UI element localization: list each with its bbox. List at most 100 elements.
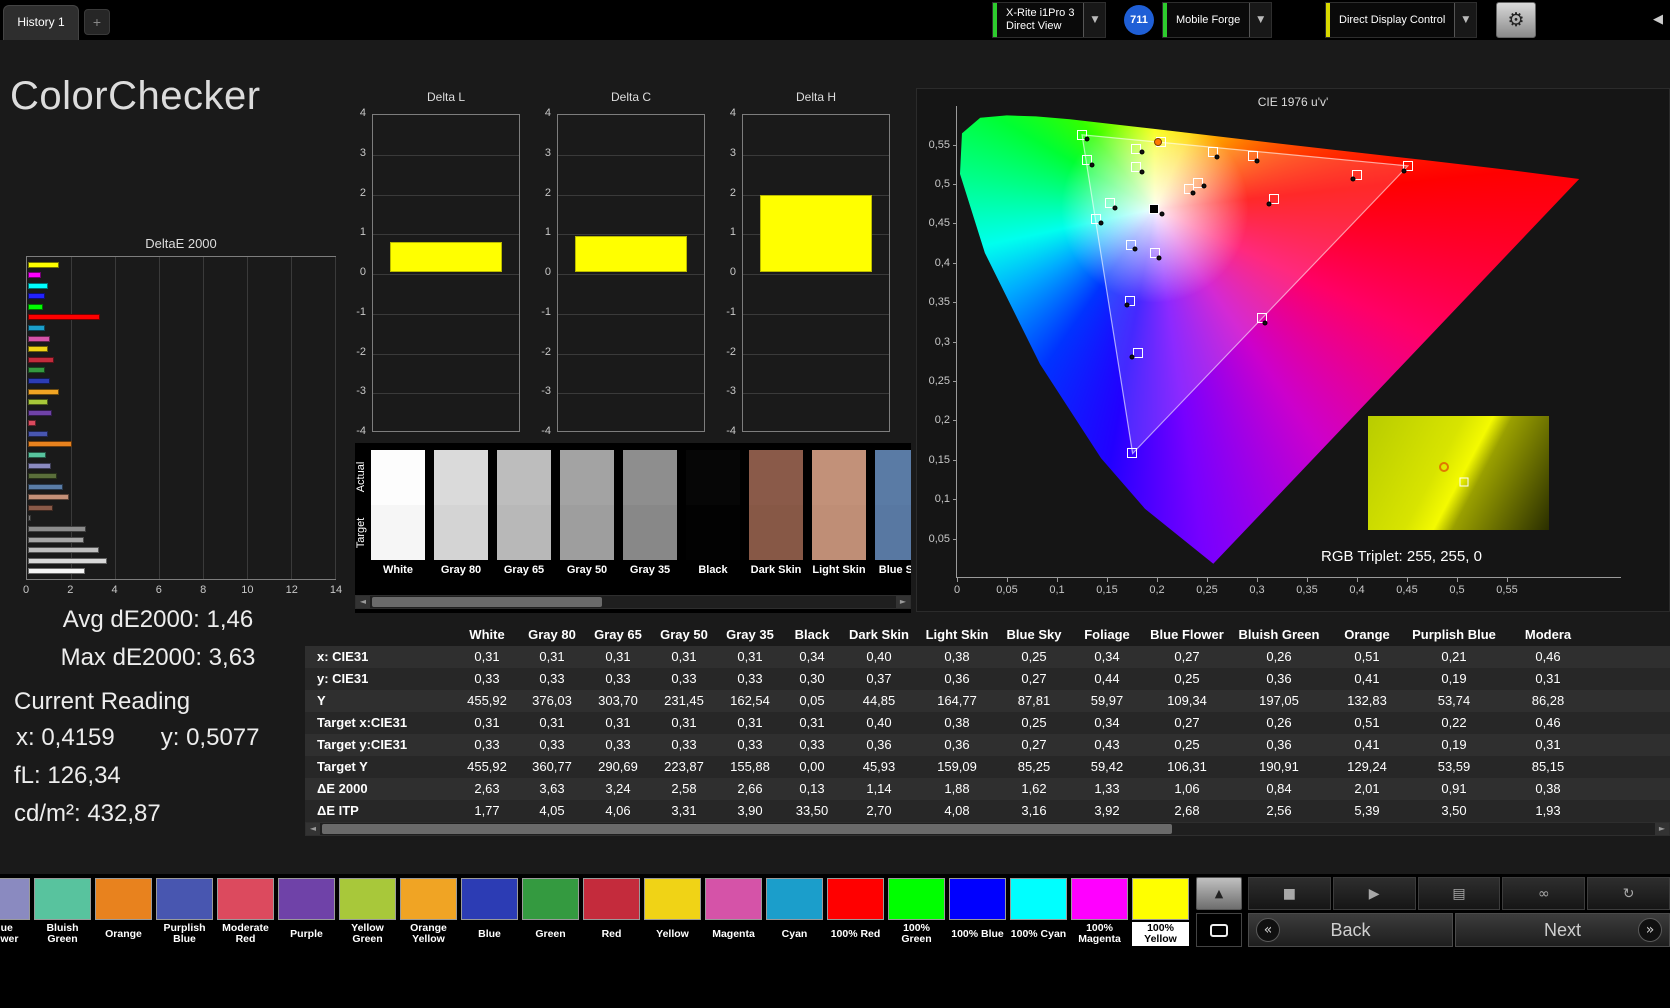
- next-chevron-icon: »: [1638, 918, 1662, 942]
- workflow-dropdown-button[interactable]: ▼: [1249, 3, 1272, 37]
- de-bar: [28, 346, 48, 353]
- table-cell: 0,19: [1441, 737, 1467, 752]
- scroll-left-icon[interactable]: ◄: [306, 823, 320, 835]
- y-tick-label: 3: [544, 146, 551, 159]
- table-cell: 0,26: [1266, 715, 1292, 730]
- column-header: Orange: [1344, 627, 1390, 642]
- history-tab[interactable]: History 1: [3, 5, 79, 40]
- stop-button[interactable]: ■: [1248, 877, 1331, 910]
- patch-tile[interactable]: Cyan: [766, 878, 823, 946]
- patch-tile[interactable]: Orange: [95, 878, 152, 946]
- loop-button[interactable]: ↻: [1587, 877, 1670, 910]
- table-cell: 0,31: [1535, 737, 1561, 752]
- swatch-scrollbar[interactable]: ◄ ►: [355, 595, 911, 609]
- table-cell: 0,36: [1266, 671, 1292, 686]
- measurement-count-badge: 711: [1124, 5, 1154, 35]
- workflow-selector[interactable]: Mobile Forge ▼: [1162, 2, 1273, 38]
- meter-dropdown-button[interactable]: ▼: [1083, 3, 1106, 37]
- collapse-panel-button[interactable]: ◀: [1648, 10, 1668, 30]
- patch-tile[interactable]: 100% Blue: [949, 878, 1006, 946]
- table-cell: 0,31: [737, 649, 763, 664]
- gridline: [558, 393, 704, 395]
- display-control-dropdown-button[interactable]: ▼: [1454, 3, 1477, 37]
- patch-tile[interactable]: Purplish Blue: [156, 878, 213, 946]
- table-row: Y 455,92 376,03 303,70 231,45 162,54 0,05 44,85…: [305, 690, 1670, 712]
- x-tick-label: 0,1: [1049, 584, 1065, 596]
- swatch-scroll-track[interactable]: [370, 596, 896, 608]
- measured-point: [1089, 162, 1095, 168]
- patch-tile[interactable]: 100% Green: [888, 878, 945, 946]
- table-cell: 0,34: [1094, 715, 1120, 730]
- back-button[interactable]: « Back: [1248, 913, 1453, 947]
- patch-tile[interactable]: Purple: [278, 878, 335, 946]
- x-tick: [1057, 578, 1058, 582]
- y-tick-label: 0,05: [928, 532, 950, 545]
- table-row: ΔE 2000 2,63 3,63 3,24 2,58 2,66 0,13 1,14 1,88 1…: [305, 778, 1670, 800]
- patch-label: Bluish Green: [46, 922, 79, 945]
- table-cell: 4,06: [605, 803, 631, 818]
- pattern-window-icon: [1210, 923, 1228, 937]
- meter-selector[interactable]: X-Rite i1Pro 3 Direct View ▼: [992, 2, 1107, 38]
- de-bar: [28, 441, 72, 448]
- y-tick-label: 1: [729, 226, 736, 239]
- patch-tile[interactable]: Moderate Red: [217, 878, 274, 946]
- y-tick-label: -3: [726, 385, 736, 398]
- scroll-right-icon[interactable]: ►: [896, 596, 910, 608]
- patch-color: [461, 878, 518, 920]
- target-marker: [1127, 448, 1137, 459]
- patch-tile[interactable]: Red: [583, 878, 640, 946]
- swatch-scroll-thumb[interactable]: [372, 597, 602, 607]
- table-cell: 223,87: [664, 759, 704, 774]
- patch-tile[interactable]: 100% Cyan: [1010, 878, 1067, 946]
- table-cell: 0,25: [1174, 671, 1200, 686]
- table-cell: 0,31: [737, 715, 763, 730]
- de-bar: [28, 451, 47, 458]
- patch-tile[interactable]: Blue: [461, 878, 518, 946]
- add-tab-button[interactable]: +: [84, 9, 110, 35]
- patch-tile[interactable]: Yellow: [644, 878, 701, 946]
- patch-tile[interactable]: Magenta: [705, 878, 762, 946]
- inset-target-marker: [1459, 477, 1469, 487]
- patch-tile[interactable]: Orange Yellow: [400, 878, 457, 946]
- continuous-button[interactable]: ∞: [1502, 877, 1586, 910]
- patch-tile[interactable]: Blue Flower: [0, 878, 30, 946]
- patch-tile[interactable]: 100% Yellow: [1132, 878, 1189, 946]
- patch-tile[interactable]: Bluish Green: [34, 878, 91, 946]
- next-button[interactable]: Next »: [1455, 913, 1670, 947]
- table-cell: 2,56: [1266, 803, 1292, 818]
- expand-patch-list-button[interactable]: ▲: [1196, 877, 1242, 910]
- x-tick-label: 0,55: [1496, 584, 1518, 596]
- delta-plot: [742, 114, 890, 432]
- table-cell: 0,31: [539, 649, 565, 664]
- patch-tile[interactable]: 100% Red: [827, 878, 884, 946]
- table-scrollbar[interactable]: ◄ ►: [305, 822, 1670, 836]
- patch-label: 100% Blue: [951, 927, 1004, 940]
- table-cell: 0,27: [1174, 649, 1200, 664]
- target-swatch: [875, 505, 911, 560]
- de-bar: [28, 430, 48, 437]
- play-button[interactable]: ▶: [1332, 877, 1416, 910]
- scroll-left-icon[interactable]: ◄: [356, 596, 370, 608]
- y-tick-label: -2: [541, 345, 551, 358]
- patch-tile[interactable]: 100% Magenta: [1071, 878, 1128, 946]
- scroll-right-icon[interactable]: ►: [1655, 823, 1669, 835]
- display-control-selector[interactable]: Direct Display Control ▼: [1325, 2, 1478, 38]
- table-cell: 0,91: [1441, 781, 1467, 796]
- de-bar: [28, 388, 59, 395]
- continuous-icon: ∞: [1537, 885, 1550, 902]
- stats-block: Avg dE2000: 1,46 Max dE2000: 3,63 Curren…: [8, 606, 308, 828]
- patch-tile[interactable]: Green: [522, 878, 579, 946]
- actual-swatch: [560, 450, 614, 505]
- settings-button[interactable]: ⚙: [1496, 2, 1536, 38]
- table-cell: 3,90: [737, 803, 763, 818]
- save-button[interactable]: ▤: [1417, 877, 1501, 910]
- patch-tile[interactable]: Yellow Green: [339, 878, 396, 946]
- table-cell: 0,31: [474, 715, 500, 730]
- target-swatch: [749, 505, 803, 560]
- target-row-label: Target: [355, 517, 367, 549]
- pattern-window-button[interactable]: [1196, 913, 1242, 947]
- swatch-column: Dark Skin: [749, 450, 803, 576]
- table-scroll-track[interactable]: [320, 823, 1655, 835]
- table-scroll-thumb[interactable]: [322, 824, 1172, 834]
- target-swatch: [371, 505, 425, 560]
